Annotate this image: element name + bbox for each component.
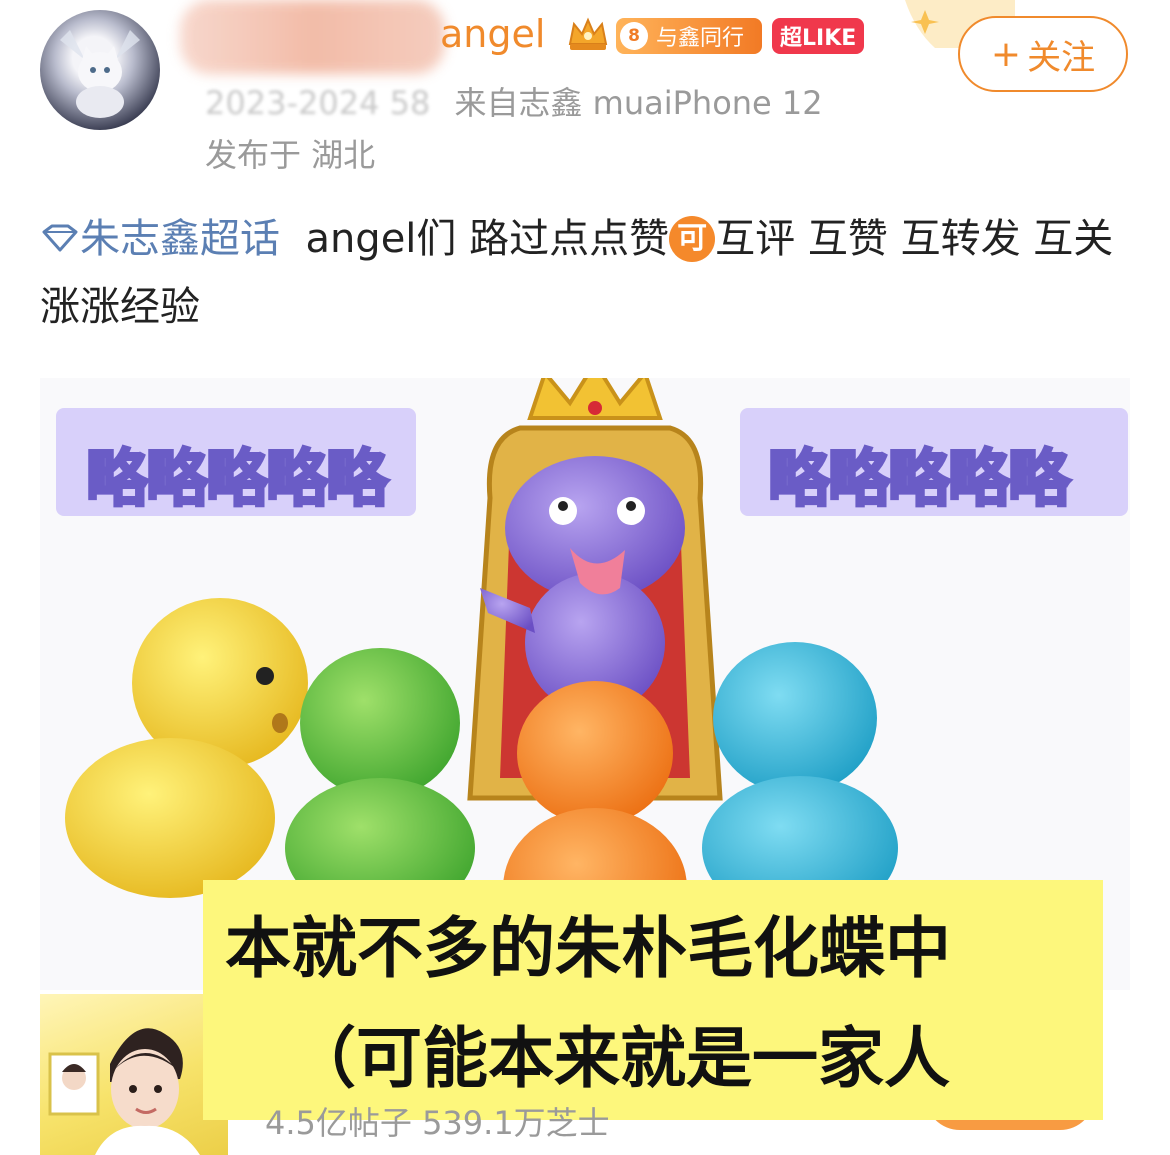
caption-line-1: 本就不多的朱朴毛化蝶中 bbox=[225, 910, 951, 987]
topic-stats: 4.5亿帖子 539.1万芝士 bbox=[265, 1104, 610, 1142]
blurred-nickname bbox=[180, 0, 445, 74]
post-source[interactable]: 来自志鑫 muaiPhone 12 bbox=[454, 84, 822, 122]
post-text-part1: angel们 路过点点赞 bbox=[305, 216, 670, 262]
follow-label: 关注 bbox=[1027, 37, 1096, 78]
post-location: 发布于 湖北 bbox=[205, 136, 376, 174]
ke-emoji-icon: 可 bbox=[669, 216, 716, 262]
fan-level-badge[interactable]: 8 与鑫同行 bbox=[616, 18, 762, 54]
super-topic-link[interactable]: 朱志鑫超话 bbox=[80, 216, 280, 262]
sign-left-text: 略略略略略 bbox=[84, 441, 389, 517]
follow-button[interactable]: + 关注 bbox=[958, 16, 1128, 92]
idol-portrait-image bbox=[48, 1028, 200, 1155]
super-like-badge[interactable]: 超LIKE bbox=[772, 18, 865, 54]
username[interactable]: angel bbox=[440, 12, 545, 56]
avatar[interactable] bbox=[40, 10, 160, 130]
post-content: 朱志鑫超话 angel们 路过点点赞可互评 互赞 互转发 互关 涨涨经验 bbox=[40, 205, 1130, 341]
post-time: 2023-2024 58 bbox=[205, 84, 431, 122]
level-label: 与鑫同行 bbox=[656, 26, 745, 51]
level-number: 8 bbox=[620, 22, 648, 50]
post-meta: 2023-2024 58 来自志鑫 muaiPhone 12 bbox=[205, 78, 823, 124]
diamond-topic-icon bbox=[42, 224, 78, 252]
sign-right-text: 略略略略略 bbox=[766, 441, 1071, 517]
caption-line-2: （可能本来就是一家人 bbox=[290, 1020, 950, 1097]
topic-cover-image[interactable] bbox=[40, 994, 228, 1155]
cat-avatar-icon bbox=[60, 30, 140, 118]
crown-badge-icon bbox=[568, 17, 608, 50]
plus-icon: + bbox=[990, 33, 1022, 75]
